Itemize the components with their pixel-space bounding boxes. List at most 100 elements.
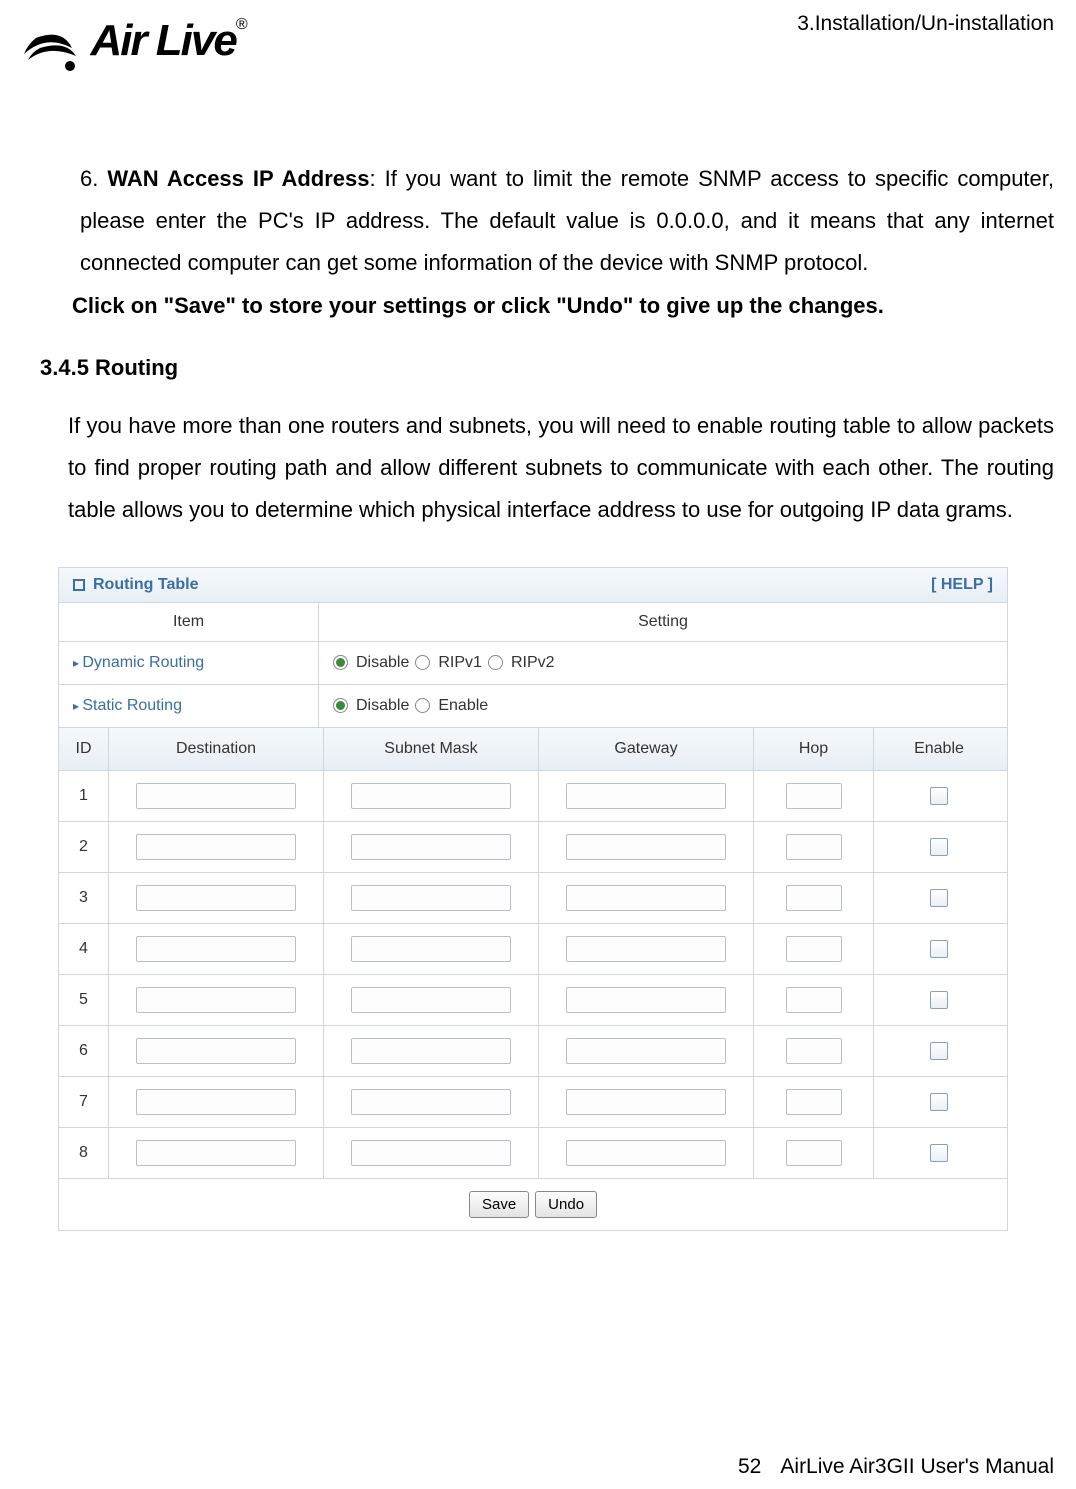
gateway-input[interactable] [566, 1089, 726, 1115]
destination-input[interactable] [136, 1140, 296, 1166]
logo: Air Live® [22, 16, 292, 81]
row-id: 4 [59, 924, 109, 974]
subnet-input[interactable] [351, 1089, 511, 1115]
dynamic-ripv1-radio[interactable] [415, 655, 430, 670]
static-opt-1: Enable [438, 697, 488, 715]
undo-button[interactable]: Undo [535, 1191, 597, 1218]
dynamic-routing-label: Dynamic Routing [59, 642, 319, 684]
header-item-setting: Item Setting [59, 603, 1007, 642]
col-destination: Destination [109, 728, 324, 770]
static-opt-0: Disable [356, 697, 409, 715]
destination-input[interactable] [136, 783, 296, 809]
enable-checkbox[interactable] [930, 889, 948, 907]
save-button[interactable]: Save [469, 1191, 529, 1218]
enable-checkbox[interactable] [930, 991, 948, 1009]
gateway-input[interactable] [566, 936, 726, 962]
item6-title: WAN Access IP Address [107, 166, 369, 191]
destination-input[interactable] [136, 987, 296, 1013]
airlive-logo-icon [22, 20, 86, 81]
panel-icon [73, 579, 85, 591]
static-enable-radio[interactable] [415, 698, 430, 713]
enable-checkbox[interactable] [930, 787, 948, 805]
figure-title: Routing Table [93, 576, 198, 594]
table-row: 1 [59, 771, 1007, 822]
col-hop: Hop [754, 728, 874, 770]
hop-input[interactable] [786, 936, 842, 962]
subnet-input[interactable] [351, 936, 511, 962]
enable-checkbox[interactable] [930, 1093, 948, 1111]
dynamic-disable-radio[interactable] [333, 655, 348, 670]
enable-checkbox[interactable] [930, 940, 948, 958]
gateway-input[interactable] [566, 885, 726, 911]
subnet-input[interactable] [351, 834, 511, 860]
button-row: Save Undo [59, 1179, 1007, 1230]
logo-registered: ® [236, 16, 248, 33]
enable-checkbox[interactable] [930, 1144, 948, 1162]
subnet-input[interactable] [351, 783, 511, 809]
table-row: 2 [59, 822, 1007, 873]
table-row: 8 [59, 1128, 1007, 1179]
enable-checkbox[interactable] [930, 1042, 948, 1060]
header-setting: Setting [319, 603, 1007, 641]
gateway-input[interactable] [566, 1038, 726, 1064]
routing-table-figure: Routing Table [ HELP ] Item Setting Dyna… [58, 567, 1008, 1231]
gateway-input[interactable] [566, 834, 726, 860]
header-item: Item [59, 603, 319, 641]
static-routing-label: Static Routing [59, 685, 319, 727]
destination-input[interactable] [136, 1038, 296, 1064]
static-routing-row: Static Routing Disable Enable [59, 685, 1007, 728]
row-id: 6 [59, 1026, 109, 1076]
table-row: 5 [59, 975, 1007, 1026]
row-id: 1 [59, 771, 109, 821]
hop-input[interactable] [786, 1038, 842, 1064]
hop-input[interactable] [786, 834, 842, 860]
row-id: 3 [59, 873, 109, 923]
hop-input[interactable] [786, 987, 842, 1013]
hop-input[interactable] [786, 1089, 842, 1115]
help-link[interactable]: [ HELP ] [931, 576, 993, 594]
dynamic-opt-1: RIPv1 [438, 654, 482, 672]
list-number: 6. [80, 166, 98, 191]
hop-input[interactable] [786, 783, 842, 809]
destination-input[interactable] [136, 936, 296, 962]
row-id: 8 [59, 1128, 109, 1178]
hop-input[interactable] [786, 1140, 842, 1166]
destination-input[interactable] [136, 1089, 296, 1115]
breadcrumb: 3.Installation/Un-installation [797, 12, 1054, 36]
gateway-input[interactable] [566, 783, 726, 809]
table-row: 3 [59, 873, 1007, 924]
gateway-input[interactable] [566, 987, 726, 1013]
table-row: 4 [59, 924, 1007, 975]
grid-header: ID Destination Subnet Mask Gateway Hop E… [59, 728, 1007, 771]
gateway-input[interactable] [566, 1140, 726, 1166]
row-id: 2 [59, 822, 109, 872]
list-item-6: 6. WAN Access IP Address: If you want to… [80, 158, 1054, 283]
section-heading: 3.4.5 Routing [40, 355, 1054, 381]
manual-name: AirLive Air3GII User's Manual [780, 1455, 1054, 1479]
destination-input[interactable] [136, 834, 296, 860]
row-id: 7 [59, 1077, 109, 1127]
subnet-input[interactable] [351, 1140, 511, 1166]
subnet-input[interactable] [351, 1038, 511, 1064]
table-row: 7 [59, 1077, 1007, 1128]
static-disable-radio[interactable] [333, 698, 348, 713]
dynamic-opt-0: Disable [356, 654, 409, 672]
page-number: 52 [268, 1455, 808, 1479]
subnet-input[interactable] [351, 885, 511, 911]
subnet-input[interactable] [351, 987, 511, 1013]
destination-input[interactable] [136, 885, 296, 911]
table-row: 6 [59, 1026, 1007, 1077]
logo-text: Air Live [90, 16, 235, 65]
dynamic-opt-2: RIPv2 [511, 654, 555, 672]
col-enable: Enable [874, 728, 1004, 770]
dynamic-routing-row: Dynamic Routing Disable RIPv1 RIPv2 [59, 642, 1007, 685]
col-gateway: Gateway [539, 728, 754, 770]
row-id: 5 [59, 975, 109, 1025]
hop-input[interactable] [786, 885, 842, 911]
save-note: Click on "Save" to store your settings o… [72, 293, 1054, 319]
dynamic-ripv2-radio[interactable] [488, 655, 503, 670]
enable-checkbox[interactable] [930, 838, 948, 856]
figure-title-row: Routing Table [ HELP ] [59, 568, 1007, 603]
col-id: ID [59, 728, 109, 770]
col-subnet: Subnet Mask [324, 728, 539, 770]
